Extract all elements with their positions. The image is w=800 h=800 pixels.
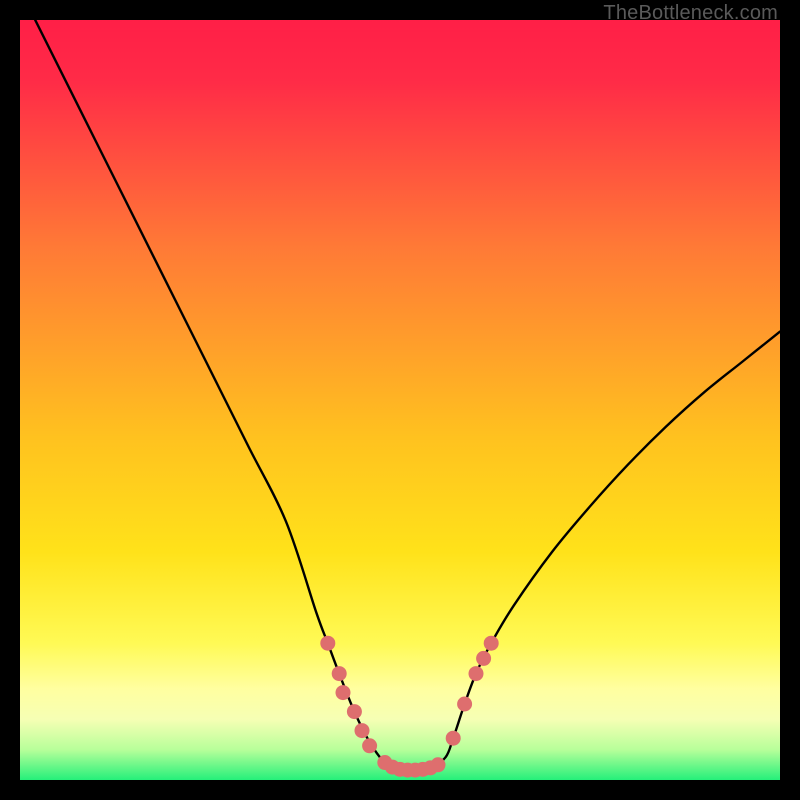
data-marker	[446, 731, 461, 746]
data-marker	[457, 697, 472, 712]
chart-plot-area	[20, 20, 780, 780]
data-marker	[336, 685, 351, 700]
attribution-label: TheBottleneck.com	[603, 2, 778, 25]
chart-svg	[20, 20, 780, 780]
data-marker	[320, 636, 335, 651]
data-marker	[332, 666, 347, 681]
chart-background	[20, 20, 780, 780]
data-marker	[431, 757, 446, 772]
data-marker	[362, 738, 377, 753]
data-marker	[355, 723, 370, 738]
data-marker	[476, 651, 491, 666]
data-marker	[484, 636, 499, 651]
data-marker	[347, 704, 362, 719]
chart-frame: TheBottleneck.com	[0, 0, 800, 800]
data-marker	[469, 666, 484, 681]
